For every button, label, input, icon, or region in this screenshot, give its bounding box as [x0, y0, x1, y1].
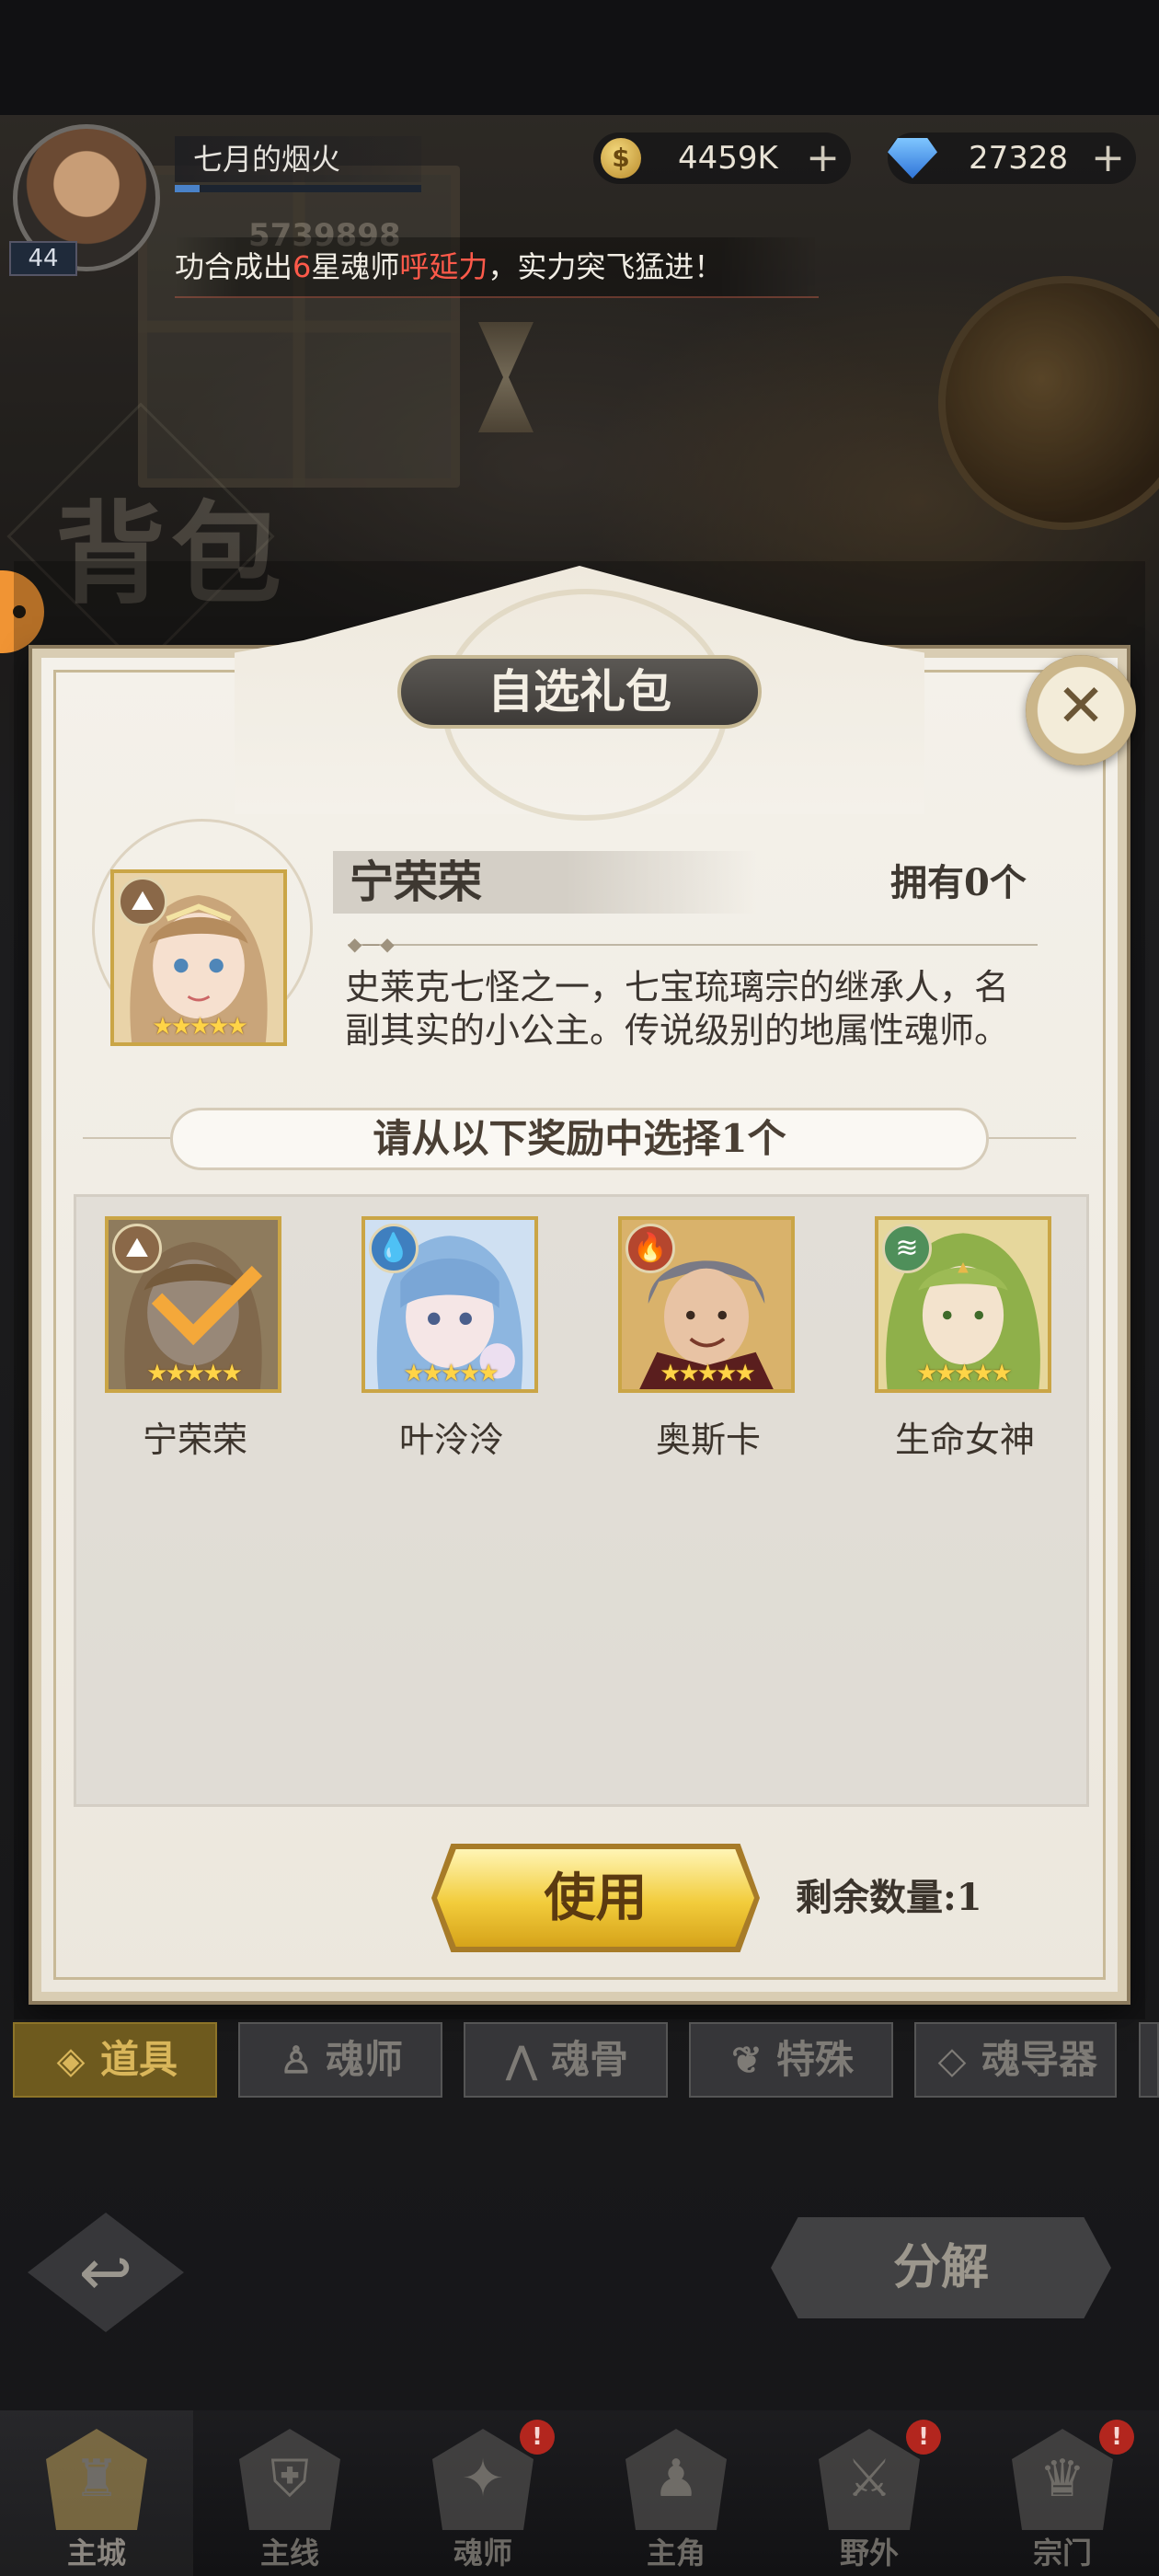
divider	[989, 1137, 1076, 1139]
coin-icon: $	[601, 138, 641, 178]
hero-star-rating: ★★★★★	[916, 1360, 1013, 1387]
back-arrow-icon[interactable]: ↩	[60, 2236, 152, 2309]
tab-more[interactable]	[1139, 2022, 1159, 2098]
mountain-icon: ⛰	[118, 877, 167, 926]
reward-item-ningrongrong[interactable]: ⛰ ★★★★★ 宁荣荣	[105, 1216, 285, 1460]
reward-card[interactable]: 🔥 ★★★★★	[618, 1216, 795, 1393]
nav-sect[interactable]: ♛ 宗门 !	[970, 2410, 1154, 2576]
owned-count: 拥有0个	[890, 861, 1027, 904]
book-glyph: ✦	[461, 2449, 505, 2509]
nav-label: 主线	[259, 2536, 319, 2570]
add-coins-button[interactable]: +	[806, 132, 840, 184]
broadcast-text-3: ，实力突飞猛进！	[488, 249, 724, 284]
reward-card[interactable]: 💧 ★★★★★	[361, 1216, 538, 1393]
featured-hero-name: 宁荣荣	[350, 857, 483, 908]
tab-label: 特殊	[775, 2037, 854, 2082]
player-level-badge: 44	[9, 241, 77, 276]
special-icon: ❦	[731, 2039, 763, 2082]
decompose-button[interactable]: 分解	[771, 2217, 1111, 2318]
nav-label: 魂师	[453, 2536, 512, 2570]
soul-master-icon: ♙	[280, 2039, 313, 2082]
tab-soul-masters[interactable]: ♙ 魂师	[238, 2022, 442, 2098]
hero-star-rating: ★★★★★	[146, 1360, 243, 1387]
notification-badge: !	[906, 2420, 941, 2455]
story-glyph: ⛨	[270, 2449, 309, 2509]
status-bar-area	[0, 0, 1159, 115]
reward-card[interactable]: ⛰ ★★★★★	[105, 1216, 281, 1393]
close-icon[interactable]: ✕	[1053, 677, 1108, 736]
sect-glyph: ♛	[1039, 2449, 1086, 2509]
broadcast-text-1: 功合成出	[175, 249, 293, 284]
nav-label: 野外	[839, 2536, 899, 2570]
modal-title: 自选礼包	[397, 655, 762, 729]
remaining-count: 剩余数量:1	[796, 1876, 982, 1919]
nav-main-story[interactable]: ⛨ 主线	[198, 2410, 382, 2576]
diamond-icon	[888, 138, 937, 178]
notification-badge: !	[1099, 2420, 1134, 2455]
nav-soul-master[interactable]: ✦ 魂师 !	[391, 2410, 575, 2576]
gem-value: 27328	[969, 140, 1069, 177]
soul-bone-icon: ⋀	[506, 2039, 537, 2082]
player-name: 七月的烟火	[175, 136, 421, 182]
fire-icon: 🔥	[625, 1224, 675, 1273]
protagonist-glyph: ♟	[652, 2449, 700, 2509]
water-drop-icon: 💧	[369, 1224, 419, 1273]
nav-wilderness[interactable]: ⚔ 野外 !	[777, 2410, 961, 2576]
sword-glyph: ⚔	[845, 2449, 893, 2509]
exp-bar	[175, 185, 421, 192]
mountain-icon: ⛰	[112, 1224, 162, 1273]
reward-name: 宁荣荣	[142, 1420, 247, 1460]
castle-glyph: ♜	[73, 2449, 120, 2509]
gem-counter: 27328 +	[888, 132, 1136, 184]
coin-counter: $ 4459K +	[593, 132, 851, 184]
choose-prompt: 请从以下奖励中选择1个	[170, 1108, 989, 1170]
broadcast-hero-name: 呼延力	[399, 249, 488, 284]
item-icon: ◈	[56, 2039, 86, 2082]
reward-name: 叶泠泠	[398, 1420, 504, 1460]
reward-name: 奥斯卡	[655, 1420, 761, 1460]
exp-bar-fill	[175, 185, 200, 192]
nav-label: 主角	[646, 2536, 706, 2570]
tab-label: 魂骨	[550, 2037, 628, 2082]
tab-items[interactable]: ◈ 道具	[13, 2022, 217, 2098]
featured-hero-description: 史莱克七怪之一，七宝琉璃宗的继承人，名副其实的小公主。传说级别的地属性魂师。	[345, 967, 1010, 1051]
hero-star-rating: ★★★★★	[152, 1013, 248, 1041]
tab-label: 魂导器	[981, 2037, 1097, 2082]
wind-icon: ≋	[882, 1224, 932, 1273]
divider-ornament: ◆—◆	[348, 933, 395, 955]
reward-item-yelingling[interactable]: 💧 ★★★★★ 叶泠泠	[361, 1216, 542, 1460]
nav-main-city[interactable]: ♜ 主城	[5, 2410, 189, 2576]
broadcast-star-count: 6	[293, 249, 312, 284]
tab-soul-bones[interactable]: ⋀ 魂骨	[464, 2022, 668, 2098]
tab-label: 魂师	[325, 2037, 403, 2082]
use-button[interactable]: 使用	[437, 1849, 754, 1947]
tab-label: 道具	[99, 2037, 178, 2082]
add-gems-button[interactable]: +	[1091, 132, 1125, 184]
featured-hero-card[interactable]: ⛰ ★★★★★	[110, 869, 287, 1046]
coin-value: 4459K	[678, 140, 778, 177]
reward-item-aosika[interactable]: 🔥 ★★★★★ 奥斯卡	[618, 1216, 798, 1460]
reward-card[interactable]: ≋ ★★★★★	[875, 1216, 1051, 1393]
nav-protagonist[interactable]: ♟ 主角	[584, 2410, 768, 2576]
hero-star-rating: ★★★★★	[660, 1360, 756, 1387]
soul-device-icon: ◇	[937, 2039, 967, 2082]
broadcast-text-2: 星魂师	[311, 249, 400, 284]
nav-label: 主城	[66, 2536, 126, 2570]
notification-badge: !	[520, 2420, 555, 2455]
broadcast-marquee: 功合成出6星魂师呼延力，实力突飞猛进！	[175, 237, 819, 298]
divider	[348, 944, 1038, 946]
nav-label: 宗门	[1032, 2536, 1092, 2570]
divider	[83, 1137, 170, 1139]
reward-item-goddess-of-life[interactable]: ≋ ★★★★★ 生命女神	[875, 1216, 1055, 1460]
hero-star-rating: ★★★★★	[403, 1360, 499, 1387]
tab-special[interactable]: ❦ 特殊	[689, 2022, 893, 2098]
tab-soul-devices[interactable]: ◇ 魂导器	[914, 2022, 1117, 2098]
reward-name: 生命女神	[894, 1420, 1035, 1460]
